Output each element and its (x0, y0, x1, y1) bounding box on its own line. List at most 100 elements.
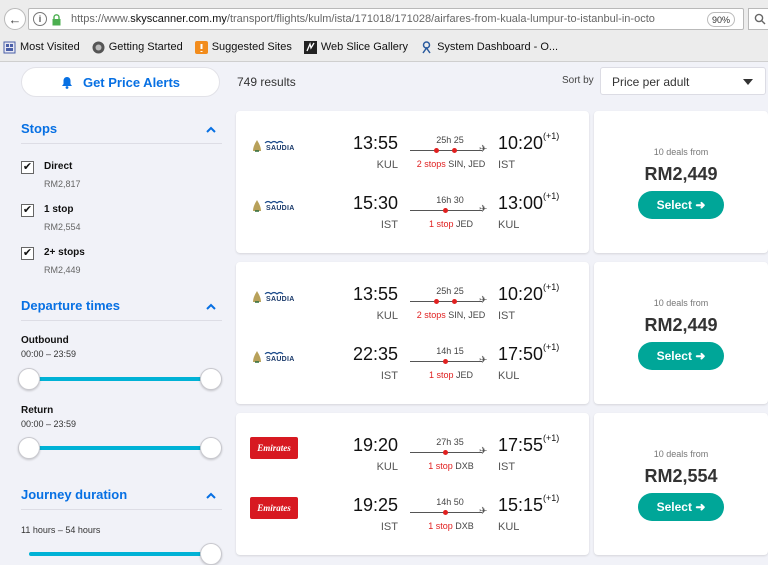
stop-dot (443, 450, 448, 455)
stops-two-plus-price: RM2,449 (44, 265, 81, 275)
stops-info: 1 stop JED (428, 219, 474, 229)
stops-two-plus-checkbox[interactable]: ✔ (21, 247, 34, 260)
plane-icon: ✈ (479, 144, 488, 155)
back-button[interactable]: ← (4, 8, 26, 30)
deals-count: 10 deals from (653, 298, 709, 308)
emirates-logo: Emirates (250, 497, 298, 519)
arrival-time: 10:20(+1) (498, 131, 560, 153)
select-button[interactable]: Select ➜ (638, 342, 724, 370)
stops-direct-checkbox[interactable]: ✔ (21, 161, 34, 174)
return-leg: SAUDIA 22:35 IST 14h 15 ✈ 1 stop JED 17:… (236, 342, 589, 402)
price: RM2,554 (644, 466, 718, 486)
zoom-level[interactable]: 90% (707, 12, 735, 27)
stops-one-label: 1 stop (44, 204, 74, 215)
caret-down-icon (743, 79, 753, 85)
day-offset: (+1) (543, 342, 560, 352)
departure-airport: IST (380, 521, 398, 533)
bookmark-getting-started[interactable]: Getting Started (92, 41, 183, 54)
stop-dot (443, 510, 448, 515)
duration-slider-track[interactable] (29, 552, 212, 556)
bookmark-system-dashboard[interactable]: System Dashboard - O... (420, 40, 558, 54)
return-leg: Emirates 19:25 IST 14h 50 ✈ 1 stop DXB 15… (236, 493, 589, 553)
price-card: 10 deals from RM2,554 Select ➜ (594, 413, 768, 555)
day-offset: (+1) (543, 433, 560, 443)
stop-dot (434, 148, 439, 153)
url-text[interactable]: https://www.skyscanner.com.my/transport/… (71, 13, 701, 25)
plane-icon: ✈ (479, 446, 488, 457)
flight-result-card[interactable]: SAUDIA 13:55 KUL 25h 25 ✈ 2 stops SIN, J… (236, 111, 589, 253)
arrival-time: 17:55(+1) (498, 433, 560, 455)
select-button[interactable]: Select ➜ (638, 191, 724, 219)
flight-result-card[interactable]: SAUDIA 13:55 KUL 25h 25 ✈ 2 stops SIN, J… (236, 262, 589, 404)
departure-times-title[interactable]: Departure times (21, 298, 120, 313)
stops-direct-price: RM2,817 (44, 179, 81, 189)
return-slider-max-handle[interactable] (200, 437, 222, 459)
outbound-leg: SAUDIA 13:55 KUL 25h 25 ✈ 2 stops SIN, J… (236, 131, 589, 191)
plane-icon: ✈ (479, 355, 488, 366)
outbound-slider-max-handle[interactable] (200, 368, 222, 390)
flight-result-card[interactable]: Emirates 19:20 KUL 27h 35 ✈ 1 stop DXB 17… (236, 413, 589, 555)
outbound-range: 00:00 – 23:59 (21, 349, 77, 359)
stop-dot (434, 299, 439, 304)
lock-icon (52, 13, 61, 31)
info-icon[interactable]: i (33, 12, 47, 26)
plane-icon: ✈ (479, 295, 488, 306)
departure-time: 19:25 (352, 495, 398, 515)
bookmarks-icon (3, 41, 16, 54)
day-offset: (+1) (543, 282, 560, 292)
outbound-leg: SAUDIA 13:55 KUL 25h 25 ✈ 2 stops SIN, J… (236, 282, 589, 342)
stops-info: 1 stop DXB (428, 521, 474, 531)
chevron-up-icon[interactable] (206, 125, 216, 135)
search-results-page: Get Price Alerts 749 results Sort by Pri… (0, 63, 768, 565)
stop-dot (443, 359, 448, 364)
arrow-right-icon: ➜ (695, 198, 706, 212)
arrow-right-icon: ➜ (695, 500, 706, 514)
stops-direct-label: Direct (44, 161, 73, 172)
arrival-time: 13:00(+1) (498, 191, 560, 213)
get-price-alerts-button[interactable]: Get Price Alerts (21, 67, 220, 97)
stops-info: 2 stops SIN, JED (416, 310, 486, 320)
arrival-airport: KUL (498, 521, 520, 533)
divider (21, 143, 222, 144)
chevron-up-icon[interactable] (206, 302, 216, 312)
chevron-up-icon[interactable] (206, 491, 216, 501)
price: RM2,449 (644, 164, 718, 184)
duration-slider-max-handle[interactable] (200, 543, 222, 565)
departure-airport: KUL (376, 159, 398, 171)
departure-time: 15:30 (352, 193, 398, 213)
day-offset: (+1) (543, 191, 560, 201)
day-offset: (+1) (543, 493, 560, 503)
departure-airport: KUL (376, 310, 398, 322)
address-bar[interactable]: i https://www.skyscanner.com.my/transpor… (28, 8, 762, 31)
saudia-logo: SAUDIA (250, 348, 298, 366)
saudia-logo: SAUDIA (250, 137, 298, 155)
return-slider-min-handle[interactable] (18, 437, 40, 459)
plane-icon: ✈ (479, 204, 488, 215)
stops-title[interactable]: Stops (21, 121, 57, 136)
bookmark-most-visited[interactable]: Most Visited (3, 41, 80, 54)
bookmark-web-slice-gallery[interactable]: Web Slice Gallery (303, 40, 408, 54)
outbound-slider-min-handle[interactable] (18, 368, 40, 390)
search-icon (754, 12, 766, 30)
dashboard-icon (420, 40, 433, 54)
results-count: 749 results (237, 75, 296, 89)
arrow-right-icon: ➜ (695, 349, 706, 363)
outbound-slider-track[interactable] (29, 377, 212, 381)
deals-count: 10 deals from (653, 147, 709, 157)
select-button[interactable]: Select ➜ (638, 493, 724, 521)
return-slider-track[interactable] (29, 446, 212, 450)
stops-one-checkbox[interactable]: ✔ (21, 204, 34, 217)
stop-dot (452, 299, 457, 304)
route-line (410, 301, 482, 302)
browser-chrome: ← i https://www.skyscanner.com.my/transp… (0, 0, 768, 62)
return-leg: SAUDIA 15:30 IST 16h 30 ✈ 1 stop JED 13:… (236, 191, 589, 251)
bookmark-suggested-sites[interactable]: Suggested Sites (194, 40, 292, 54)
outbound-leg: Emirates 19:20 KUL 27h 35 ✈ 1 stop DXB 17… (236, 433, 589, 493)
journey-duration-title[interactable]: Journey duration (21, 487, 127, 502)
url-row: ← i https://www.skyscanner.com.my/transp… (0, 4, 768, 32)
arrival-airport: IST (498, 159, 516, 171)
stop-dot (443, 208, 448, 213)
sort-select[interactable]: Price per adult (600, 67, 766, 95)
bell-icon (61, 76, 73, 89)
search-box[interactable] (748, 8, 768, 30)
